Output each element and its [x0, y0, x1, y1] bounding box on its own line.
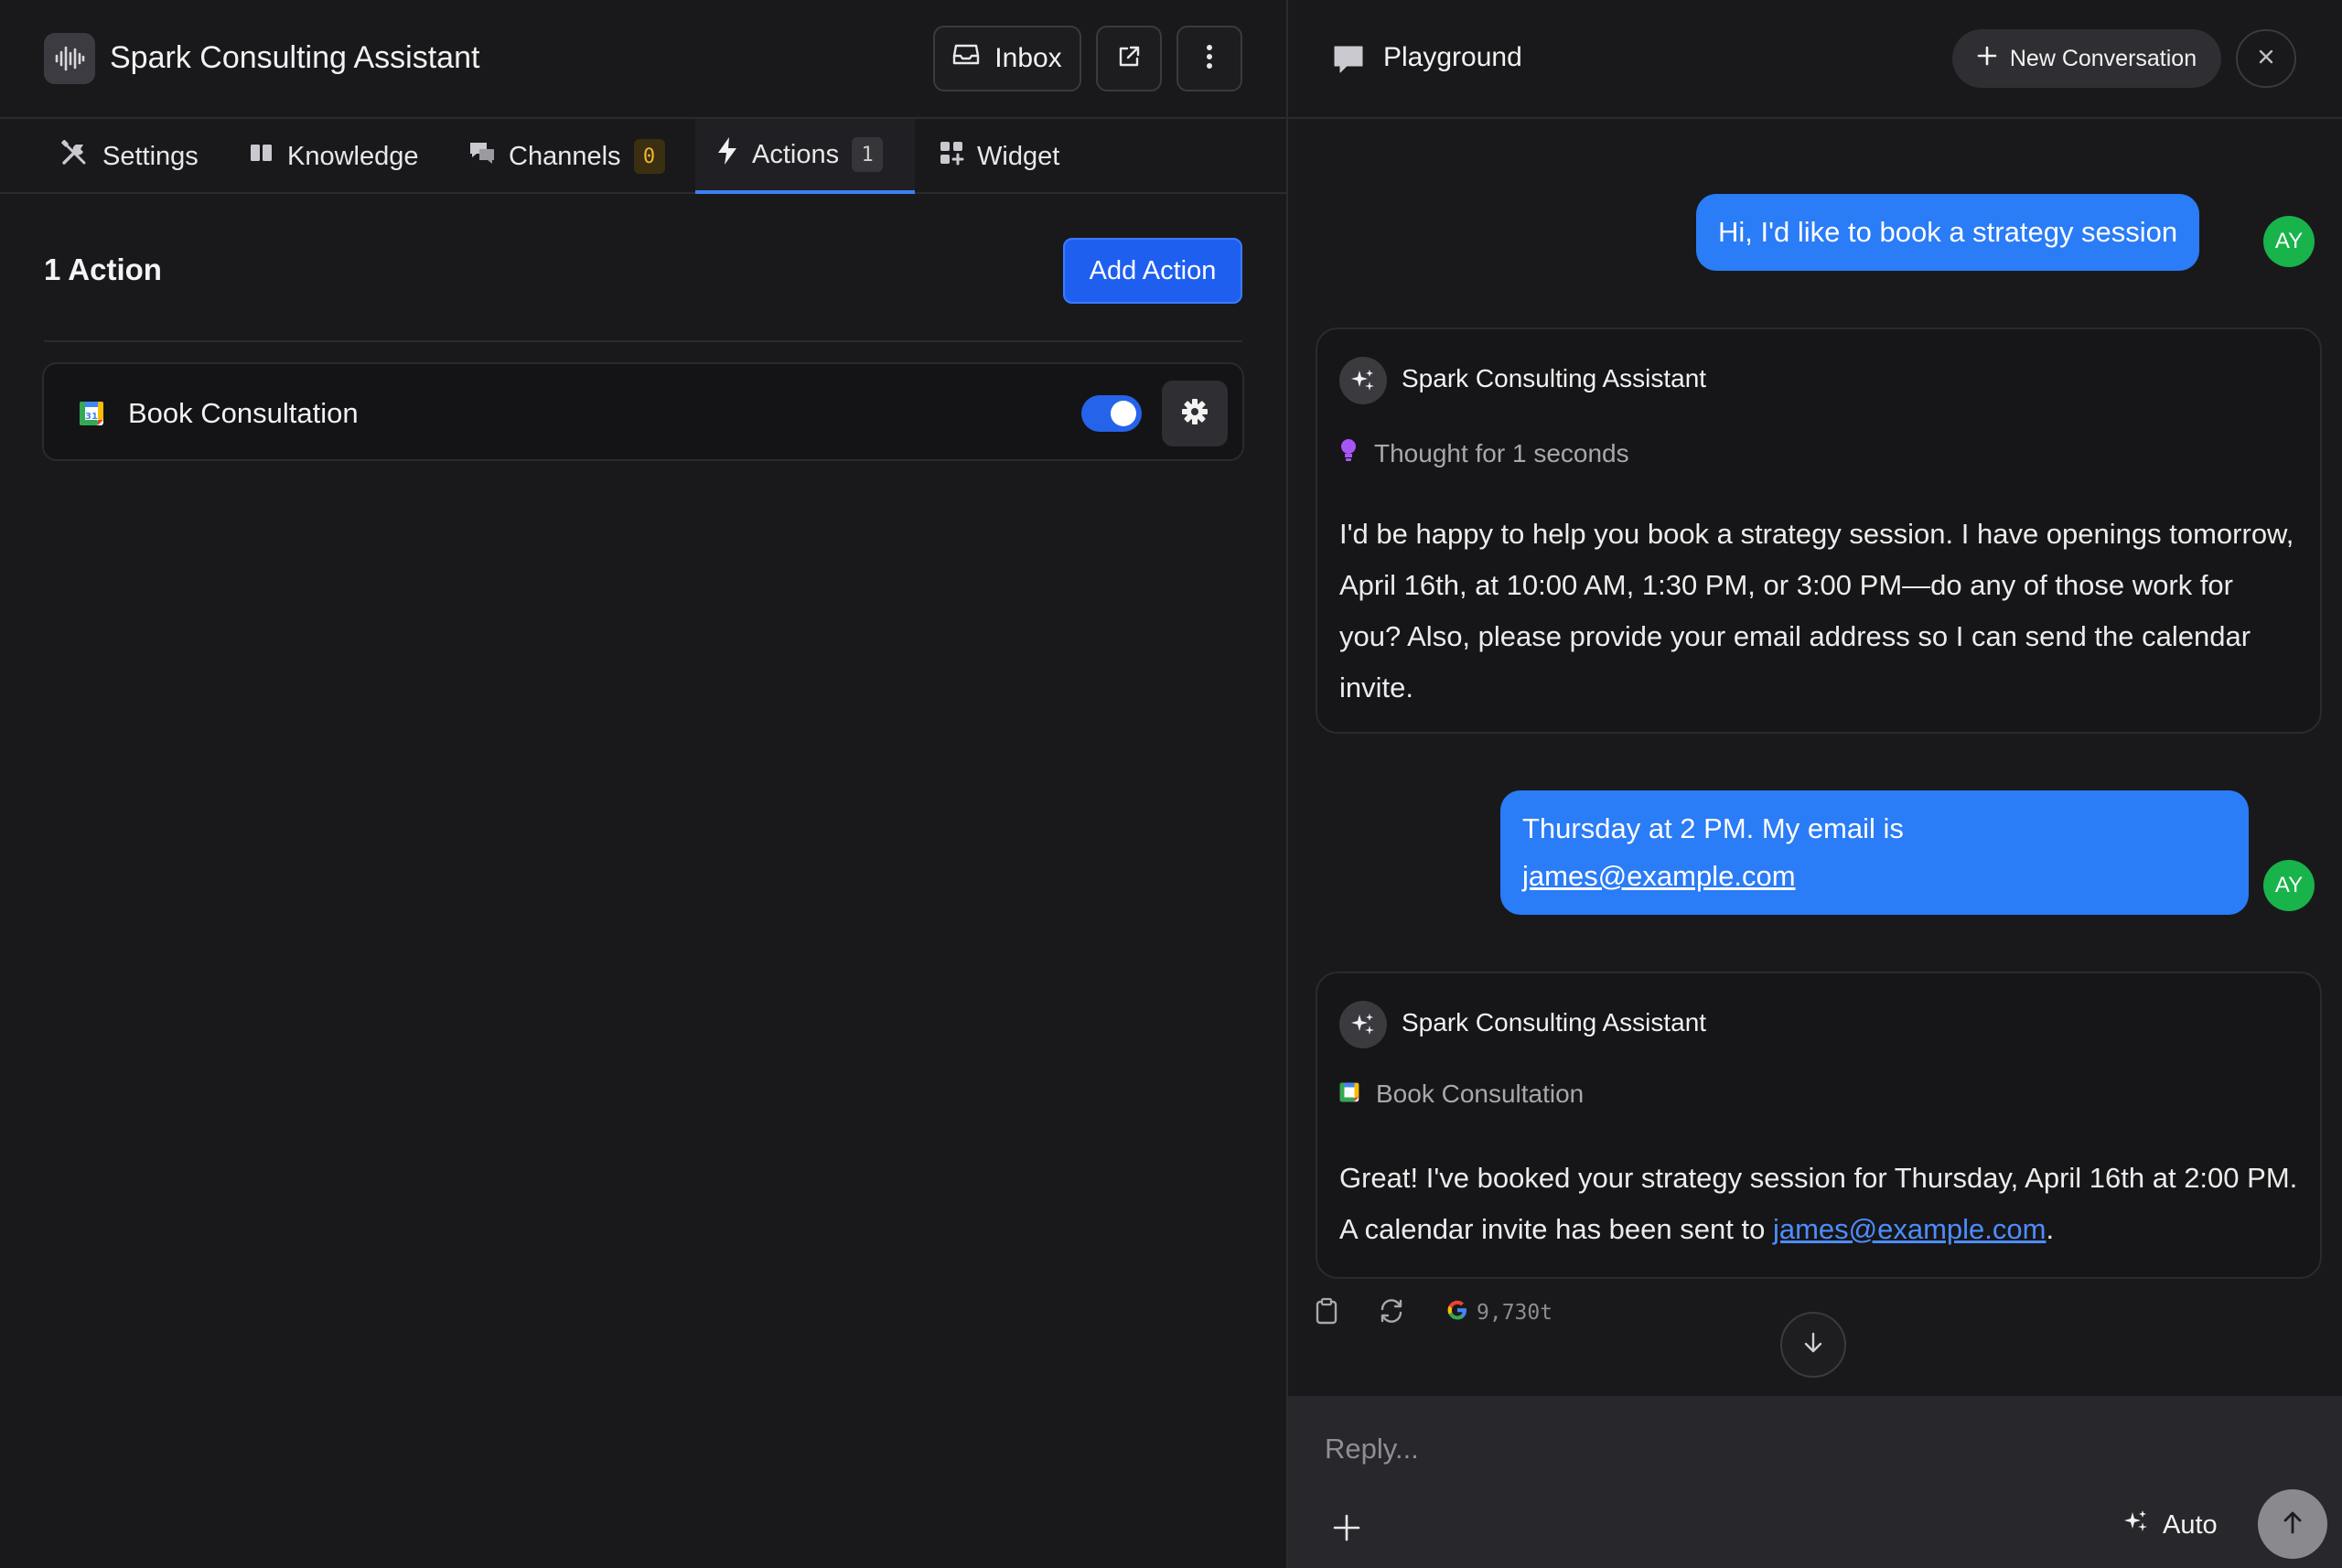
- new-conversation-button[interactable]: New Conversation: [1952, 29, 2221, 88]
- regenerate-icon[interactable]: [1378, 1298, 1405, 1328]
- assistant-message: Spark Consulting Assistant Book Consulta…: [1316, 972, 2322, 1279]
- action-enabled-toggle[interactable]: [1081, 395, 1142, 432]
- channels-count-badge: 0: [633, 139, 665, 174]
- tab-label: Actions: [752, 139, 840, 169]
- close-playground-button[interactable]: [2236, 29, 2296, 88]
- tab-actions[interactable]: Actions 1: [695, 119, 915, 194]
- toggle-knob: [1111, 401, 1136, 426]
- user-message: Thursday at 2 PM. My email is james@exam…: [1500, 790, 2249, 915]
- thought-label: Thought for 1 seconds: [1374, 438, 1629, 467]
- tool-call-indicator: Book Consultation: [1339, 1079, 1584, 1109]
- tools-icon: [60, 139, 90, 174]
- clipboard-icon[interactable]: [1316, 1297, 1338, 1329]
- reply-composer: Auto: [1288, 1396, 2342, 1568]
- actions-count-title: 1 Action: [44, 252, 162, 286]
- message-text: Thursday at 2 PM. My email is: [1522, 812, 1904, 844]
- agent-title: Spark Consulting Assistant: [110, 40, 480, 75]
- token-count: 9,730t: [1477, 1301, 1553, 1325]
- more-options-button[interactable]: [1176, 26, 1242, 91]
- message-text: I'd be happy to help you book a strategy…: [1339, 518, 2294, 703]
- email-link[interactable]: james@example.com: [1522, 860, 1796, 892]
- sparkles-icon: [1339, 1001, 1387, 1048]
- tool-call-label: Book Consultation: [1376, 1079, 1585, 1108]
- config-tabs: Settings Knowledge Channels 0 Actions 1 …: [0, 119, 1286, 194]
- chat-bubble-icon: [1332, 44, 1365, 80]
- tab-knowledge[interactable]: Knowledge: [249, 119, 419, 194]
- send-button[interactable]: [2258, 1489, 2327, 1559]
- user-avatar: AY: [2263, 216, 2315, 267]
- google-calendar-icon: [1339, 1079, 1359, 1109]
- token-usage: 9,730t: [1445, 1298, 1552, 1327]
- playground-header: Playground New Conversation: [1288, 0, 2342, 119]
- tab-settings[interactable]: Settings: [60, 119, 199, 194]
- arrow-up-icon: [2282, 1509, 2304, 1540]
- grid-icon: [939, 140, 964, 173]
- plus-icon: [1332, 1513, 1361, 1547]
- model-mode-selector[interactable]: Auto: [2122, 1508, 2218, 1542]
- assistant-message: Spark Consulting Assistant Thought for 1…: [1316, 328, 2322, 734]
- agent-header: Spark Consulting Assistant Inbox: [0, 0, 1286, 119]
- reply-input[interactable]: [1325, 1423, 2294, 1475]
- attach-button[interactable]: [1323, 1506, 1370, 1553]
- tab-widget[interactable]: Widget: [939, 119, 1059, 194]
- assistant-name: Spark Consulting Assistant: [1402, 1008, 1707, 1036]
- plus-icon: [1977, 46, 1997, 72]
- action-settings-button[interactable]: [1162, 381, 1228, 446]
- sparkles-icon: [1339, 357, 1387, 404]
- lightbulb-icon: [1339, 437, 1358, 469]
- add-action-button[interactable]: Add Action: [1063, 238, 1242, 304]
- assistant-name: Spark Consulting Assistant: [1402, 364, 1707, 392]
- arrow-down-icon: [1802, 1331, 1824, 1359]
- actions-count-badge: 1: [852, 137, 884, 172]
- thought-indicator: Thought for 1 seconds: [1339, 437, 1629, 469]
- tab-label: Widget: [977, 141, 1060, 171]
- playground-panel: Playground New Conversation Hi, I'd like…: [1288, 0, 2342, 1568]
- tab-channels[interactable]: Channels 0: [468, 119, 665, 194]
- tab-label: Knowledge: [287, 141, 419, 171]
- google-logo-icon: [1445, 1298, 1469, 1327]
- message-text-end: .: [2046, 1213, 2055, 1245]
- audio-waveform-icon: [44, 33, 95, 84]
- user-message: Hi, I'd like to book a strategy session: [1696, 194, 2200, 271]
- inbox-button[interactable]: Inbox: [933, 26, 1081, 91]
- chat-bubbles-icon: [468, 140, 496, 173]
- google-calendar-icon: 31: [79, 401, 104, 431]
- book-icon: [249, 141, 274, 172]
- agent-config-panel: Spark Consulting Assistant Inbox Setting…: [0, 0, 1286, 1568]
- action-item-book-consultation[interactable]: 31 Book Consultation: [42, 362, 1244, 461]
- svg-text:31: 31: [85, 412, 98, 422]
- action-name: Book Consultation: [128, 397, 359, 429]
- sparkles-icon: [2122, 1508, 2150, 1542]
- external-link-icon: [1116, 44, 1142, 74]
- inbox-icon: [952, 43, 980, 74]
- section-divider: [44, 340, 1242, 342]
- new-conversation-label: New Conversation: [2009, 45, 2197, 71]
- gear-icon: [1181, 398, 1209, 430]
- message-text: Hi, I'd like to book a strategy session: [1718, 216, 2178, 248]
- inbox-label: Inbox: [994, 43, 1062, 73]
- tab-label: Settings: [102, 141, 199, 171]
- message-toolbar: 9,730t: [1316, 1290, 1552, 1336]
- mode-label: Auto: [2163, 1509, 2218, 1540]
- lightning-icon: [715, 136, 739, 173]
- vertical-dots-icon: [1206, 44, 1213, 74]
- scroll-to-bottom-button[interactable]: [1780, 1312, 1846, 1378]
- close-icon: [2258, 48, 2274, 70]
- tab-label: Channels: [509, 141, 621, 171]
- user-avatar: AY: [2263, 860, 2315, 911]
- message-text: Great! I've booked your strategy session…: [1339, 1153, 2300, 1255]
- email-link[interactable]: james@example.com: [1773, 1213, 2047, 1245]
- open-external-button[interactable]: [1096, 26, 1162, 91]
- playground-title: Playground: [1383, 42, 1522, 72]
